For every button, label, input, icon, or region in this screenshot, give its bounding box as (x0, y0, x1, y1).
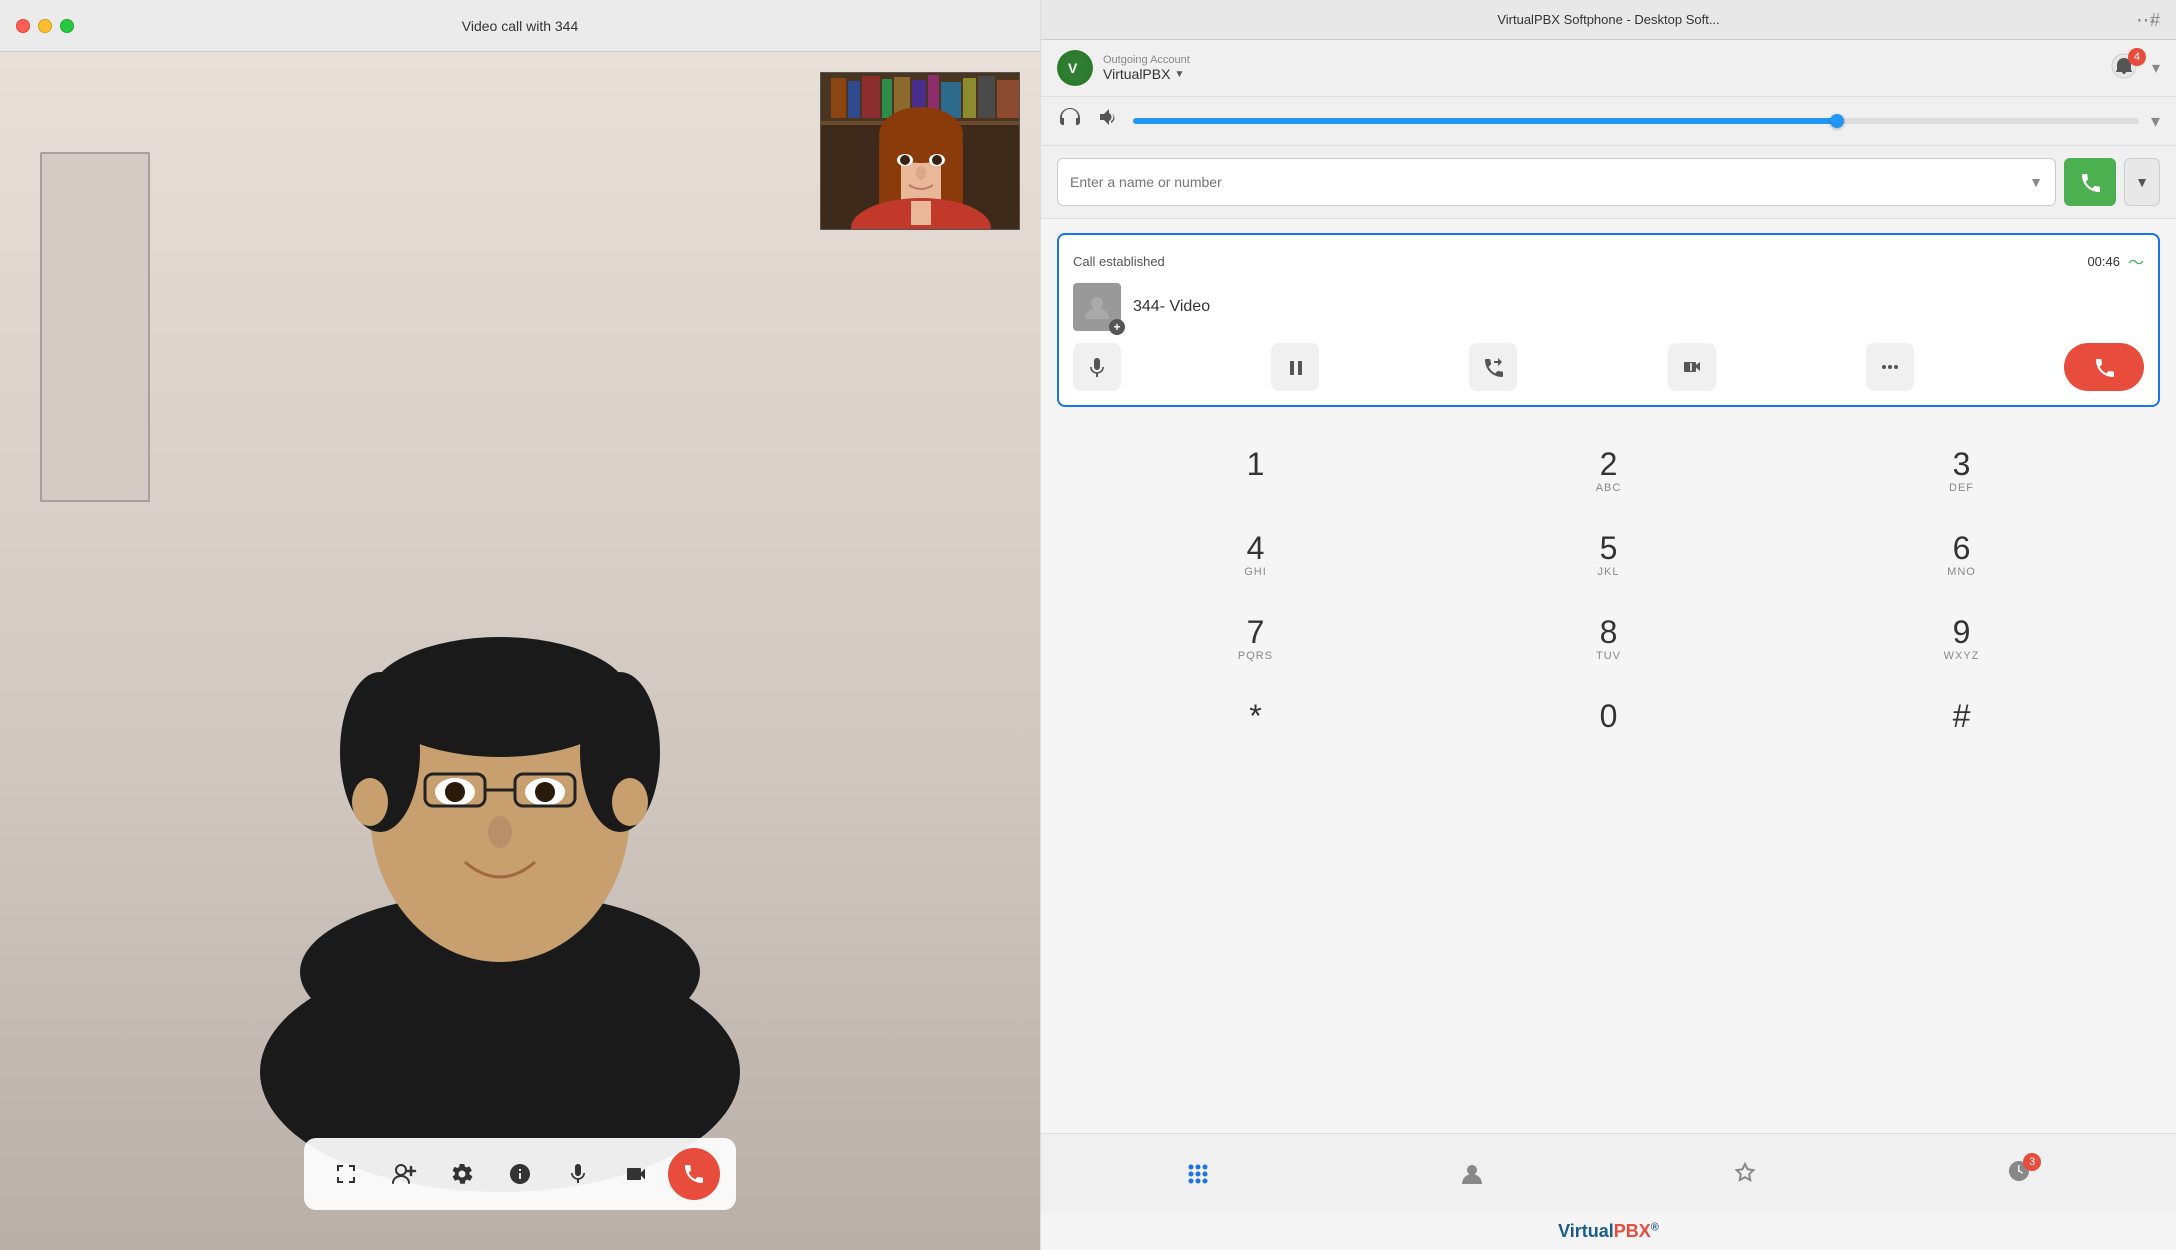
sp-account-info: Outgoing Account VirtualPBX ▼ (1103, 54, 1190, 82)
sp-audio-row: ▾ (1041, 97, 2176, 146)
mute-button[interactable] (552, 1148, 604, 1200)
video-main (0, 52, 1040, 1250)
sp-bottom-nav: 3 (1041, 1133, 2176, 1213)
audio-expand-icon[interactable]: ▾ (2151, 111, 2160, 132)
sp-account-left: V Outgoing Account VirtualPBX ▼ (1057, 50, 1190, 86)
dialpad-key-0[interactable]: 0 (1434, 683, 1783, 763)
window-chrome: Video call with 344 (0, 0, 1040, 52)
favorites-nav-icon (1731, 1160, 1759, 1188)
dial-input[interactable] (1070, 174, 2029, 190)
dialpad-key-*[interactable]: * (1081, 683, 1430, 763)
hash-badge: # (2150, 10, 2160, 31)
call-transfer-button[interactable] (1469, 343, 1517, 391)
info-button[interactable] (494, 1148, 546, 1200)
window-title: Video call with 344 (462, 18, 578, 34)
avatar-icon (1081, 291, 1113, 323)
call-more-button[interactable] (1866, 343, 1914, 391)
window-controls (0, 19, 74, 33)
dialpad-grid: 1 2 ABC 3 DEF 4 GHI 5 JKL 6 MNO 7 PQRS 8… (1081, 431, 2136, 763)
sp-account-name: VirtualPBX ▼ (1103, 66, 1190, 82)
sp-call-body: + 344- Video # (1073, 283, 2144, 331)
maximize-button[interactable] (60, 19, 74, 33)
sp-title: VirtualPBX Softphone - Desktop Soft... (1497, 12, 1719, 27)
minimize-button[interactable] (38, 19, 52, 33)
headphone-icon (1057, 105, 1083, 137)
call-hold-button[interactable] (1271, 343, 1319, 391)
call-wave-icon: 〜 (2128, 249, 2144, 273)
dialpad-key-1[interactable]: 1 (1081, 431, 1430, 511)
nav-contacts[interactable] (1458, 1160, 1486, 1188)
nav-recents[interactable]: 3 (2005, 1157, 2033, 1190)
nav-favorites[interactable] (1731, 1160, 1759, 1188)
end-call-button[interactable] (2064, 343, 2144, 391)
expand-chevron[interactable]: ▾ (2152, 58, 2160, 78)
brand-text: VirtualPBX® (1558, 1221, 1659, 1242)
input-dropdown-icon[interactable]: ▼ (2029, 174, 2043, 190)
close-button[interactable] (16, 19, 30, 33)
notification-area[interactable]: 4 (2110, 52, 2138, 85)
caller-avatar: + (1073, 283, 1121, 331)
expand-button[interactable] (320, 1148, 372, 1200)
svg-text:V: V (1068, 60, 1078, 76)
video-controls (304, 1138, 736, 1210)
call-status: Call established (1073, 254, 1165, 269)
dialpad-key-6[interactable]: 6 MNO (1787, 515, 2136, 595)
dialpad-key-9[interactable]: 9 WXYZ (1787, 599, 2136, 679)
video-toggle-button[interactable] (610, 1148, 662, 1200)
sp-account-right: 4 ▾ (2110, 52, 2160, 85)
speaker-icon[interactable] (1095, 105, 1121, 137)
dialpad-key-4[interactable]: 4 GHI (1081, 515, 1430, 595)
call-display-name: 344- Video (1133, 298, 1210, 316)
sp-dial-row: ▼ ▼ (1041, 146, 2176, 219)
sp-brand: VirtualPBX® (1041, 1213, 2176, 1250)
video-pip-inner (821, 73, 1019, 229)
call-button[interactable] (2064, 158, 2116, 206)
dialpad-key-8[interactable]: 8 TUV (1434, 599, 1783, 679)
recents-badge: 3 (2023, 1153, 2041, 1171)
softphone-panel: VirtualPBX Softphone - Desktop Soft... ⋯… (1040, 0, 2176, 1250)
notification-badge: 4 (2128, 48, 2146, 66)
dialpad-key-7[interactable]: 7 PQRS (1081, 599, 1430, 679)
sp-dialpad: 1 2 ABC 3 DEF 4 GHI 5 JKL 6 MNO 7 PQRS 8… (1041, 421, 2176, 1133)
account-dropdown-icon[interactable]: ▼ (1174, 69, 1184, 80)
pip-person (821, 73, 1020, 230)
sp-account-label: Outgoing Account (1103, 54, 1190, 66)
volume-slider[interactable] (1133, 118, 2139, 124)
nav-dialpad[interactable] (1184, 1160, 1212, 1188)
contacts-nav-icon (1458, 1160, 1486, 1188)
sp-logo: V (1057, 50, 1093, 86)
sp-call-actions (1073, 343, 2144, 391)
sp-input-container: ▼ (1057, 158, 2056, 206)
avatar-plus-badge: + (1109, 319, 1125, 335)
dialpad-key-2[interactable]: 2 ABC (1434, 431, 1783, 511)
call-video-button[interactable] (1668, 343, 1716, 391)
sp-call-header: Call established 00:46 〜 (1073, 249, 2144, 273)
video-scene (0, 52, 1040, 1250)
call-mute-button[interactable] (1073, 343, 1121, 391)
dialpad-key-3[interactable]: 3 DEF (1787, 431, 2136, 511)
sp-titlebar: VirtualPBX Softphone - Desktop Soft... ⋯ (1041, 0, 2176, 40)
dialpad-key-5[interactable]: 5 JKL (1434, 515, 1783, 595)
dialpad-key-#[interactable]: # (1787, 683, 2136, 763)
call-timer: 00:46 (2087, 254, 2120, 269)
settings-button[interactable] (436, 1148, 488, 1200)
sp-account-row: V Outgoing Account VirtualPBX ▼ 4 ▾ (1041, 40, 2176, 97)
sp-call-card: Call established 00:46 〜 + 344- Video # (1057, 233, 2160, 407)
end-call-button-video[interactable] (668, 1148, 720, 1200)
call-options-button[interactable]: ▼ (2124, 158, 2160, 206)
main-person-figure (0, 52, 1040, 1250)
dialpad-nav-icon (1184, 1160, 1212, 1188)
video-panel: Video call with 344 (0, 0, 1040, 1250)
video-pip (820, 72, 1020, 230)
add-person-button[interactable] (378, 1148, 430, 1200)
